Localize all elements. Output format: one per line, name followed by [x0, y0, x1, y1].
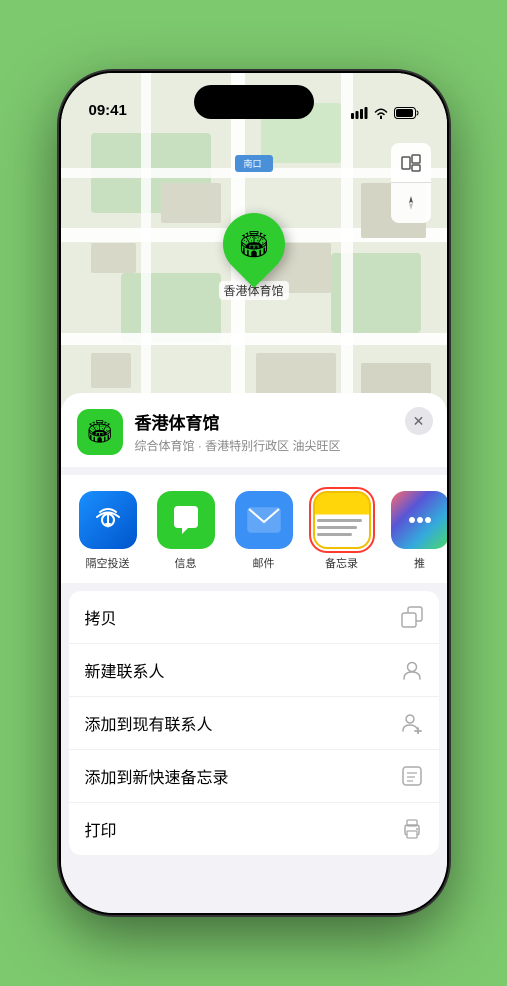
more-label: 推 — [414, 555, 425, 571]
more-icon — [391, 491, 447, 549]
action-item-quick-note[interactable]: 添加到新快速备忘录 — [69, 750, 439, 803]
action-item-add-contact[interactable]: 添加到现有联系人 — [69, 697, 439, 750]
airdrop-label: 隔空投送 — [86, 555, 130, 571]
copy-label: 拷贝 — [85, 605, 117, 629]
bottom-sheet: 🏟 香港体育馆 综合体育馆 · 香港特别行政区 油尖旺区 ✕ — [61, 393, 447, 913]
share-row: 隔空投送 信息 — [61, 475, 447, 583]
mail-svg — [247, 507, 281, 533]
airdrop-icon — [79, 491, 137, 549]
signal-icon — [351, 107, 368, 119]
dynamic-island — [194, 85, 314, 119]
notes-lines — [315, 515, 369, 540]
more-dots-icon — [406, 506, 434, 534]
map-icon — [401, 153, 421, 173]
action-item-print[interactable]: 打印 — [69, 803, 439, 855]
status-time: 09:41 — [89, 102, 127, 119]
compass-button[interactable] — [391, 183, 431, 223]
airdrop-svg — [92, 504, 124, 536]
add-contact-icon — [401, 712, 423, 734]
place-header: 🏟 香港体育馆 综合体育馆 · 香港特别行政区 油尖旺区 ✕ — [61, 393, 447, 467]
quick-note-label: 添加到新快速备忘录 — [85, 764, 229, 788]
share-item-notes[interactable]: 备忘录 — [303, 491, 381, 571]
print-label: 打印 — [85, 817, 117, 841]
share-item-more[interactable]: 推 — [381, 491, 447, 571]
add-contact-label: 添加到现有联系人 — [85, 711, 213, 735]
phone-frame: 09:41 — [59, 71, 449, 915]
status-icons — [351, 107, 419, 119]
messages-svg — [170, 504, 202, 536]
place-subtitle: 综合体育馆 · 香港特别行政区 油尖旺区 — [135, 437, 431, 454]
action-item-copy[interactable]: 拷贝 — [69, 591, 439, 644]
pin-icon: 🏟 — [210, 200, 298, 288]
place-name: 香港体育馆 — [135, 409, 431, 434]
place-info: 香港体育馆 综合体育馆 · 香港特别行政区 油尖旺区 — [135, 409, 431, 454]
mail-icon — [235, 491, 293, 549]
quick-note-icon — [401, 765, 423, 787]
phone-screen: 09:41 — [61, 73, 447, 913]
mail-label: 邮件 — [253, 555, 275, 571]
map-controls — [391, 143, 431, 223]
map-view-button[interactable] — [391, 143, 431, 183]
new-contact-icon — [401, 659, 423, 681]
notes-icon — [313, 491, 371, 549]
close-button[interactable]: ✕ — [405, 407, 433, 435]
location-pin: 🏟 香港体育馆 — [218, 213, 288, 300]
notes-label: 备忘录 — [325, 555, 358, 571]
notes-line-3 — [317, 533, 352, 536]
notes-line-1 — [317, 519, 362, 522]
share-item-airdrop[interactable]: 隔空投送 — [69, 491, 147, 571]
action-list: 拷贝 新建联系人 添加到现有联系人 — [69, 591, 439, 855]
share-item-messages[interactable]: 信息 — [147, 491, 225, 571]
battery-icon — [394, 107, 419, 119]
wifi-icon — [373, 107, 389, 119]
action-item-new-contact[interactable]: 新建联系人 — [69, 644, 439, 697]
messages-icon — [157, 491, 215, 549]
copy-icon — [401, 606, 423, 628]
compass-icon — [402, 194, 420, 212]
share-item-mail[interactable]: 邮件 — [225, 491, 303, 571]
place-icon: 🏟 — [77, 409, 123, 455]
map-label: 南口 — [234, 155, 272, 172]
print-icon — [401, 818, 423, 840]
notes-line-2 — [317, 526, 357, 529]
messages-label: 信息 — [175, 555, 197, 571]
new-contact-label: 新建联系人 — [85, 658, 165, 682]
